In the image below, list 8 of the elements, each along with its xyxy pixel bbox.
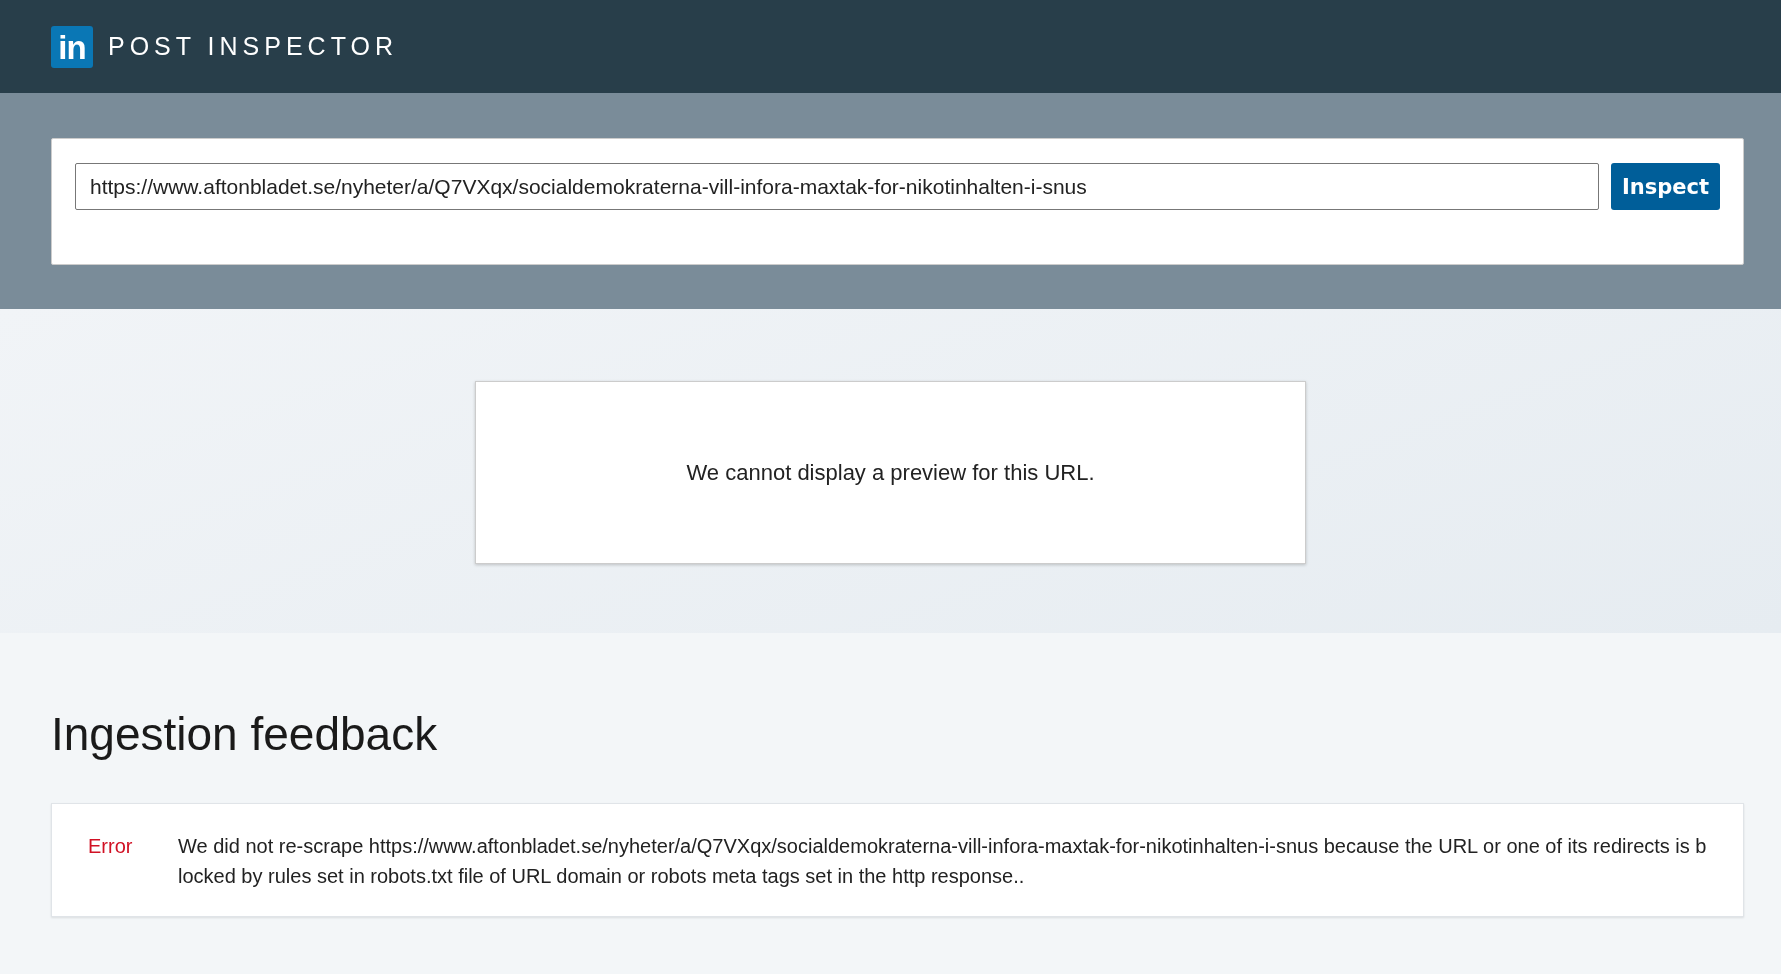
- app-title: POST INSPECTOR: [108, 32, 398, 61]
- linkedin-logo: in: [51, 25, 93, 68]
- url-input-field[interactable]: https://www.aftonbladet.se/nyheter/a/Q7VXqx/socialdemokraterna-vill-infora-maxtak-for-nikotinhalten-i-snus: [75, 163, 1599, 210]
- section-heading: Ingestion feedback: [51, 707, 439, 761]
- inspect-button[interactable]: Inspect: [1611, 163, 1720, 210]
- feedback-message: We did not re-scrape https://www.aftonbladet.se/nyheter/a/Q7VXqx/socialdemokraterna-vill-infora-maxtak-for-nikotinhalten-i-snus because the URL or one of its redirects is blocked by rules set in robots.txt file of URL domain or robots meta tags set in the http response..: [178, 834, 1707, 889]
- preview-message: We cannot display a preview for this URL.: [686, 459, 1095, 486]
- error-label: Error: [88, 834, 134, 859]
